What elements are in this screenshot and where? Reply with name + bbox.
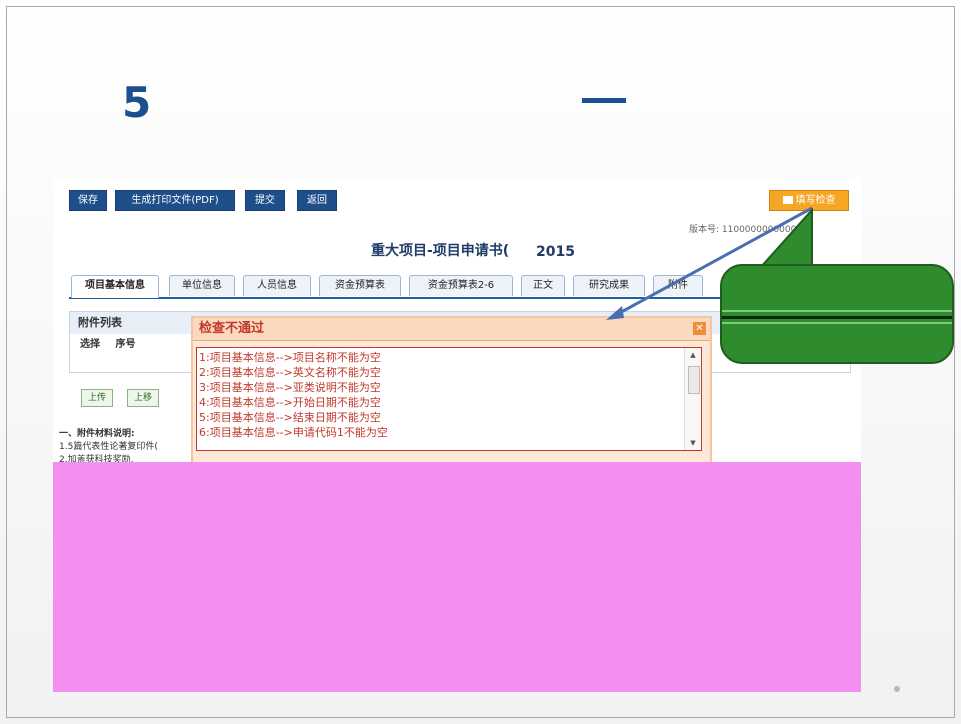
- callout-stripe-light-2: [722, 322, 952, 324]
- callout-stripe-dark: [722, 316, 952, 319]
- slide: 5 保存 生成打印文件(PDF) 提交 返回 填写检查 版本号: 1100000…: [0, 0, 961, 724]
- callout-stripe-light: [722, 310, 952, 312]
- callout-tail: [757, 207, 813, 269]
- arrow-head: [606, 306, 624, 320]
- callout-bubble: [720, 264, 954, 364]
